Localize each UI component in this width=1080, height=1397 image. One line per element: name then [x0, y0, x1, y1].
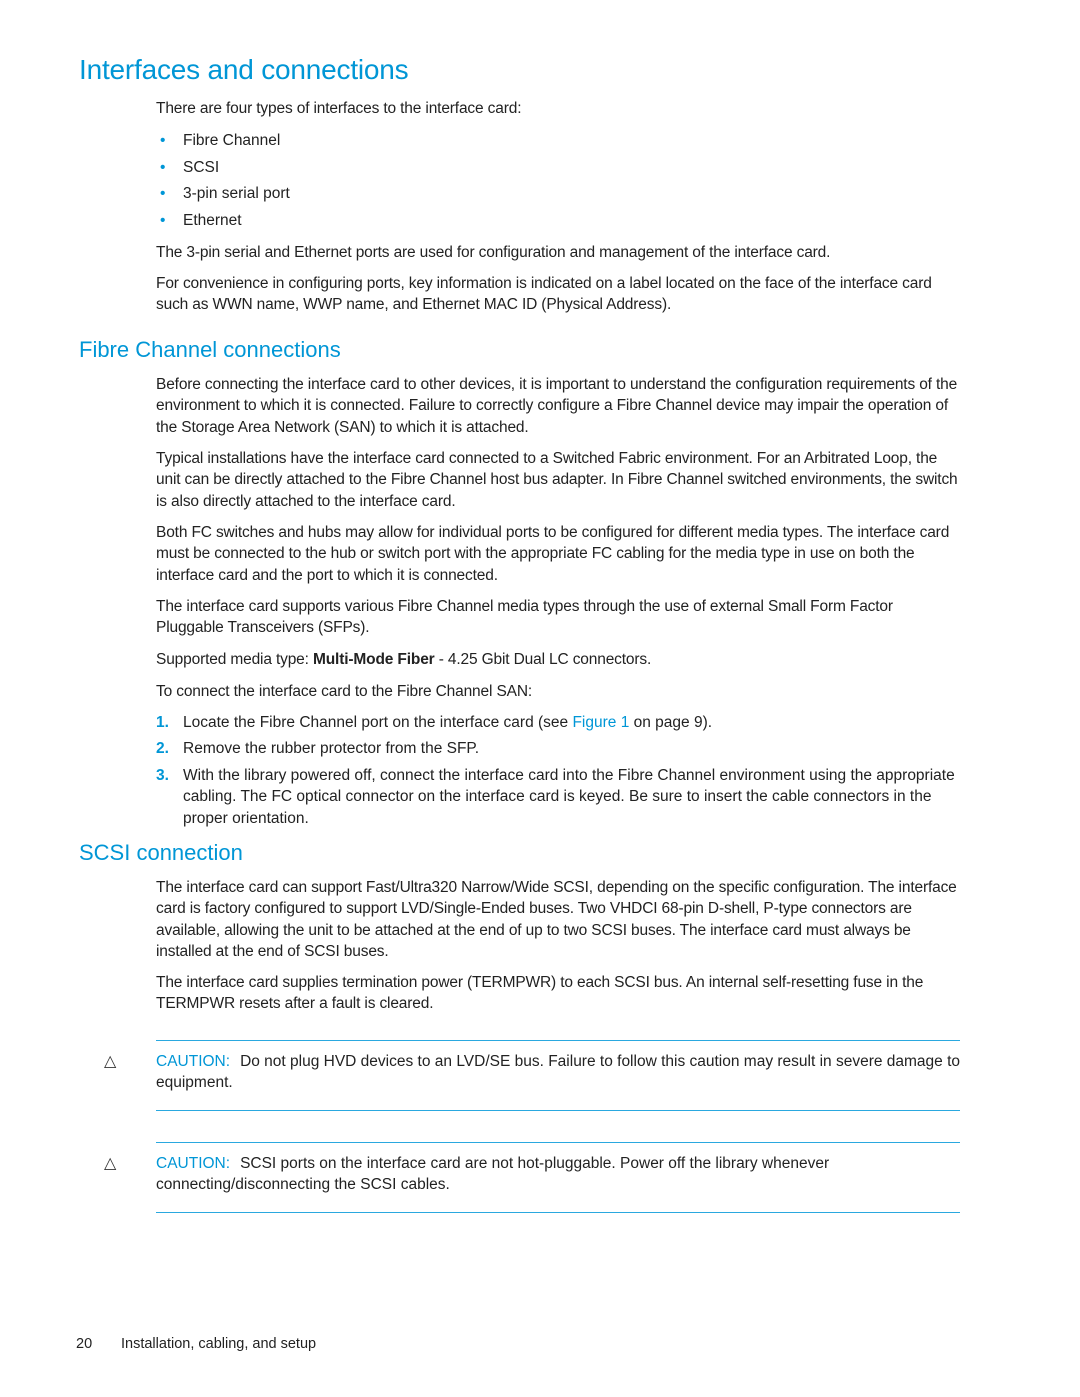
- scsi-paragraph: The interface card supplies termination …: [156, 974, 924, 1013]
- caution-divider: [156, 1142, 960, 1143]
- steps-intro: To connect the interface card to the Fib…: [156, 683, 533, 700]
- paragraph-serial: The 3-pin serial and Ethernet ports are …: [156, 244, 831, 261]
- media-type-paragraph: Supported media type: Multi-Mode Fiber -…: [156, 651, 652, 668]
- footer-section-title: Installation, cabling, and setup: [121, 1336, 317, 1352]
- list-item: • Fibre Channel: [160, 132, 281, 149]
- bullet-icon: •: [160, 159, 166, 176]
- page-footer: 20 Installation, cabling, and setup: [76, 1336, 316, 1352]
- caution-divider: [156, 1110, 960, 1111]
- caution-divider: [156, 1212, 960, 1213]
- scsi-paragraph: The interface card can support Fast/Ultr…: [156, 879, 957, 960]
- step-item: 3. With the library powered off, connect…: [156, 767, 955, 827]
- fc-paragraph: Both FC switches and hubs may allow for …: [156, 524, 950, 584]
- section-heading-fc: Fibre Channel connections: [79, 337, 341, 362]
- list-item: • SCSI: [160, 159, 220, 176]
- section-heading-scsi: SCSI connection: [79, 840, 243, 865]
- fc-paragraph: Before connecting the interface card to …: [156, 376, 958, 436]
- list-item: • Ethernet: [160, 212, 242, 229]
- step-item: 2. Remove the rubber protector from the …: [156, 740, 480, 757]
- caution-label: CAUTION:: [156, 1155, 231, 1172]
- page-title: Interfaces and connections: [79, 54, 409, 85]
- figure-link[interactable]: Figure 1: [572, 714, 629, 731]
- caution-triangle-icon: △: [104, 1053, 117, 1070]
- bullet-icon: •: [160, 185, 166, 202]
- fc-paragraph: The interface card supports various Fibr…: [156, 598, 893, 637]
- page-number: 20: [76, 1336, 93, 1352]
- bullet-icon: •: [160, 212, 166, 229]
- caution-note: △ CAUTION: SCSI ports on the interface car…: [104, 1155, 830, 1194]
- step-item: 1. Locate the Fibre Channel port on the …: [156, 714, 713, 731]
- paragraph-label: For convenience in configuring ports, ke…: [156, 275, 932, 314]
- caution-label: CAUTION:: [156, 1053, 231, 1070]
- caution-triangle-icon: △: [104, 1155, 117, 1172]
- list-item: • 3-pin serial port: [160, 185, 290, 202]
- bullet-icon: •: [160, 132, 166, 149]
- caution-note: △ CAUTION: Do not plug HVD devices to an L…: [104, 1053, 961, 1092]
- media-type-value: Multi-Mode Fiber: [312, 651, 435, 668]
- caution-divider: [156, 1040, 960, 1041]
- fc-paragraph: Typical installations have the interface…: [156, 450, 958, 510]
- intro-paragraph: There are four types of interfaces to th…: [156, 100, 522, 117]
